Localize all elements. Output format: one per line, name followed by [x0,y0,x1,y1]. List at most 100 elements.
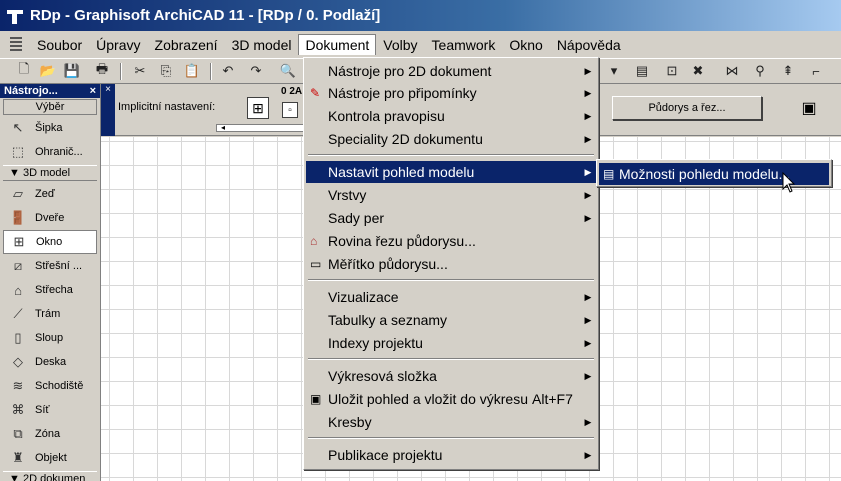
submenu-arrow-icon: ▶ [584,416,592,427]
archicad-app-icon[interactable] [6,7,26,25]
menu-item-drawing-folder[interactable]: Výkresová složka ▶ [306,365,596,387]
elevation-settings-icon[interactable]: ▣ [796,88,822,128]
toolbar-separator [210,63,212,80]
slab-icon: ◇ [13,354,23,369]
delete-icon[interactable]: ✖ [688,62,708,80]
menu-item-cut-plane[interactable]: ⌂ Rovina řezu půdorysu... [306,230,596,252]
paste-icon[interactable]: 📋 [182,62,202,80]
redo-icon[interactable]: ↷ [246,62,266,80]
tool-strecha[interactable]: ⌂ Střecha [3,278,97,302]
anchor-point-icon[interactable]: ▫ [282,102,298,118]
menu-item-spellcheck[interactable]: Kontrola pravopisu ▶ [306,105,596,127]
tool-okno[interactable]: ⊞ Okno [3,230,97,254]
zoom-icon[interactable]: 🔍 [278,62,298,80]
menu-dokument[interactable]: Dokument [298,34,377,55]
menu-item-2d-specialities[interactable]: Speciality 2D dokumentu ▶ [306,128,596,150]
menu-item-label: Rovina řezu půdorysu... [328,233,476,249]
toolbox-close-icon[interactable]: × [90,85,96,97]
model-view-options-icon: ▤ [603,167,615,181]
window-settings-icon[interactable]: ⊞ [247,97,269,119]
tool-select-header[interactable]: Výběr [3,99,97,115]
print-icon[interactable]: 🖶 [92,61,112,80]
tool-objekt[interactable]: ♜ Objekt [3,446,97,470]
menu-item-visualization[interactable]: Vizualizace ▶ [306,286,596,308]
menu-item-layers[interactable]: Vrstvy ▶ [306,184,596,206]
trim-icon[interactable]: ⋈ [722,62,742,80]
corner-icon[interactable]: ⌐ [806,62,826,80]
menu-item-2d-tools[interactable]: Nástroje pro 2D dokument ▶ [306,60,596,82]
save-icon[interactable]: 💾 [62,62,82,80]
menu-item-save-view[interactable]: ▣ Uložit pohled a vložit do výkresu Alt+F7 [306,388,596,410]
copy-icon[interactable]: ⎘ [156,62,176,80]
submenu-arrow-icon: ▶ [584,166,592,177]
dimension-icon[interactable]: ⊡ [662,62,682,80]
menu-item-plan-scale[interactable]: ▭ Měřítko půdorysu... [306,253,596,275]
menu-item-label: Kontrola pravopisu [328,108,445,124]
title-bar: RDp - Graphisoft ArchiCAD 11 - [RDp / 0.… [0,0,841,31]
tool-stresni-okno[interactable]: ⧄ Střešní ... [3,254,97,278]
menu-item-label: Měřítko půdorysu... [328,256,448,272]
section-label: 2D dokumen [22,473,86,481]
menu-item-label: Nastavit pohled modelu [328,164,475,180]
menu-item-publish[interactable]: Publikace projektu ▶ [306,444,596,466]
tool-ohranic[interactable]: ⬚ Ohranič... [3,140,97,164]
menu-item-schedules[interactable]: Tabulky a seznamy ▶ [306,309,596,331]
dropdown-arrow-icon[interactable]: ▾ [604,62,624,80]
floor-plan-section-button[interactable]: Půdorys a řez... [612,96,762,120]
open-folder-icon[interactable]: 📂 [38,62,58,80]
elevate-icon[interactable]: ⇞ [778,62,798,80]
menu-okno[interactable]: Okno [502,34,549,56]
menu-item-markup-tools[interactable]: ✎ Nástroje pro připomínky ▶ [306,82,596,104]
toolbox-palette: Nástrojo... × Výběr ↖ Šipka ⬚ Ohranič... ▼… [0,84,101,481]
submenu-arrow-icon: ▶ [584,291,592,302]
tool-zona[interactable]: ⧉ Zóna [3,422,97,446]
infobox-close-icon[interactable]: × [105,84,111,95]
menu-item-model-view[interactable]: Nastavit pohled modelu ▶ [306,161,596,183]
toolbox-title-bar: Nástrojo... × [0,84,100,98]
menu-napoveda[interactable]: Nápověda [550,34,628,56]
infobox-handle[interactable]: × [101,84,115,136]
scale-icon: ▭ [310,257,322,271]
roof-icon: ⌂ [14,282,22,298]
menu-3d-model[interactable]: 3D model [225,34,299,56]
menubar-document-icon[interactable] [10,35,24,55]
tool-sipka[interactable]: ↖ Šipka [3,116,97,140]
menu-upravy[interactable]: Úpravy [89,34,147,56]
cut-icon[interactable]: ✂ [130,62,150,80]
tool-label: Šipka [35,122,63,134]
tool-sit[interactable]: ⌘ Síť [3,398,97,422]
undo-icon[interactable]: ↶ [218,62,238,80]
tool-zed[interactable]: ▱ Zeď [3,182,97,206]
menu-teamwork[interactable]: Teamwork [425,34,503,56]
arrow-icon: ↖ [12,120,24,135]
tool-dvere[interactable]: 🚪 Dveře [3,206,97,230]
tool-sloup[interactable]: ▯ Sloup [3,326,97,350]
menu-item-label: Nástroje pro připomínky [328,85,477,101]
menu-item-label: Vrstvy [328,187,367,203]
menu-item-label: Uložit pohled a vložit do výkresu [328,391,528,407]
tool-label: Ohranič... [35,146,83,158]
tool-label: Zeď [35,188,55,200]
menu-zobrazeni[interactable]: Zobrazení [148,34,225,56]
tool-schodiste[interactable]: ≋ Schodiště [3,374,97,398]
magic-wand-icon[interactable]: ⚲ [750,62,770,80]
menu-item-drawings[interactable]: Kresby ▶ [306,411,596,433]
column-icon: ▯ [14,330,22,345]
tool-label: Sloup [35,332,64,344]
menu-item-pen-sets[interactable]: Sady per ▶ [306,207,596,229]
menu-volby[interactable]: Volby [376,34,424,56]
menu-item-label: Výkresová složka [328,368,437,384]
section-3d-model[interactable]: ▼ 3D model [3,165,97,181]
layer-settings-icon[interactable]: ▤ [632,62,652,80]
new-file-icon[interactable]: 🗋 [14,61,34,80]
menu-item-project-indexes[interactable]: Indexy projektu ▶ [306,332,596,354]
tool-label: Schodiště [35,380,84,392]
menu-soubor[interactable]: Soubor [30,34,89,56]
section-2d-dokument[interactable]: ▼ 2D dokumen [3,471,97,481]
tool-deska[interactable]: ◇ Deska [3,350,97,374]
menu-item-label: Vizualizace [328,289,399,305]
tool-tram[interactable]: ⟋ Trám [3,302,97,326]
menu-item-label: Sady per [328,210,385,226]
default-settings-label: Implicitní nastavení: [118,101,216,113]
save-view-icon: ▣ [310,392,322,406]
